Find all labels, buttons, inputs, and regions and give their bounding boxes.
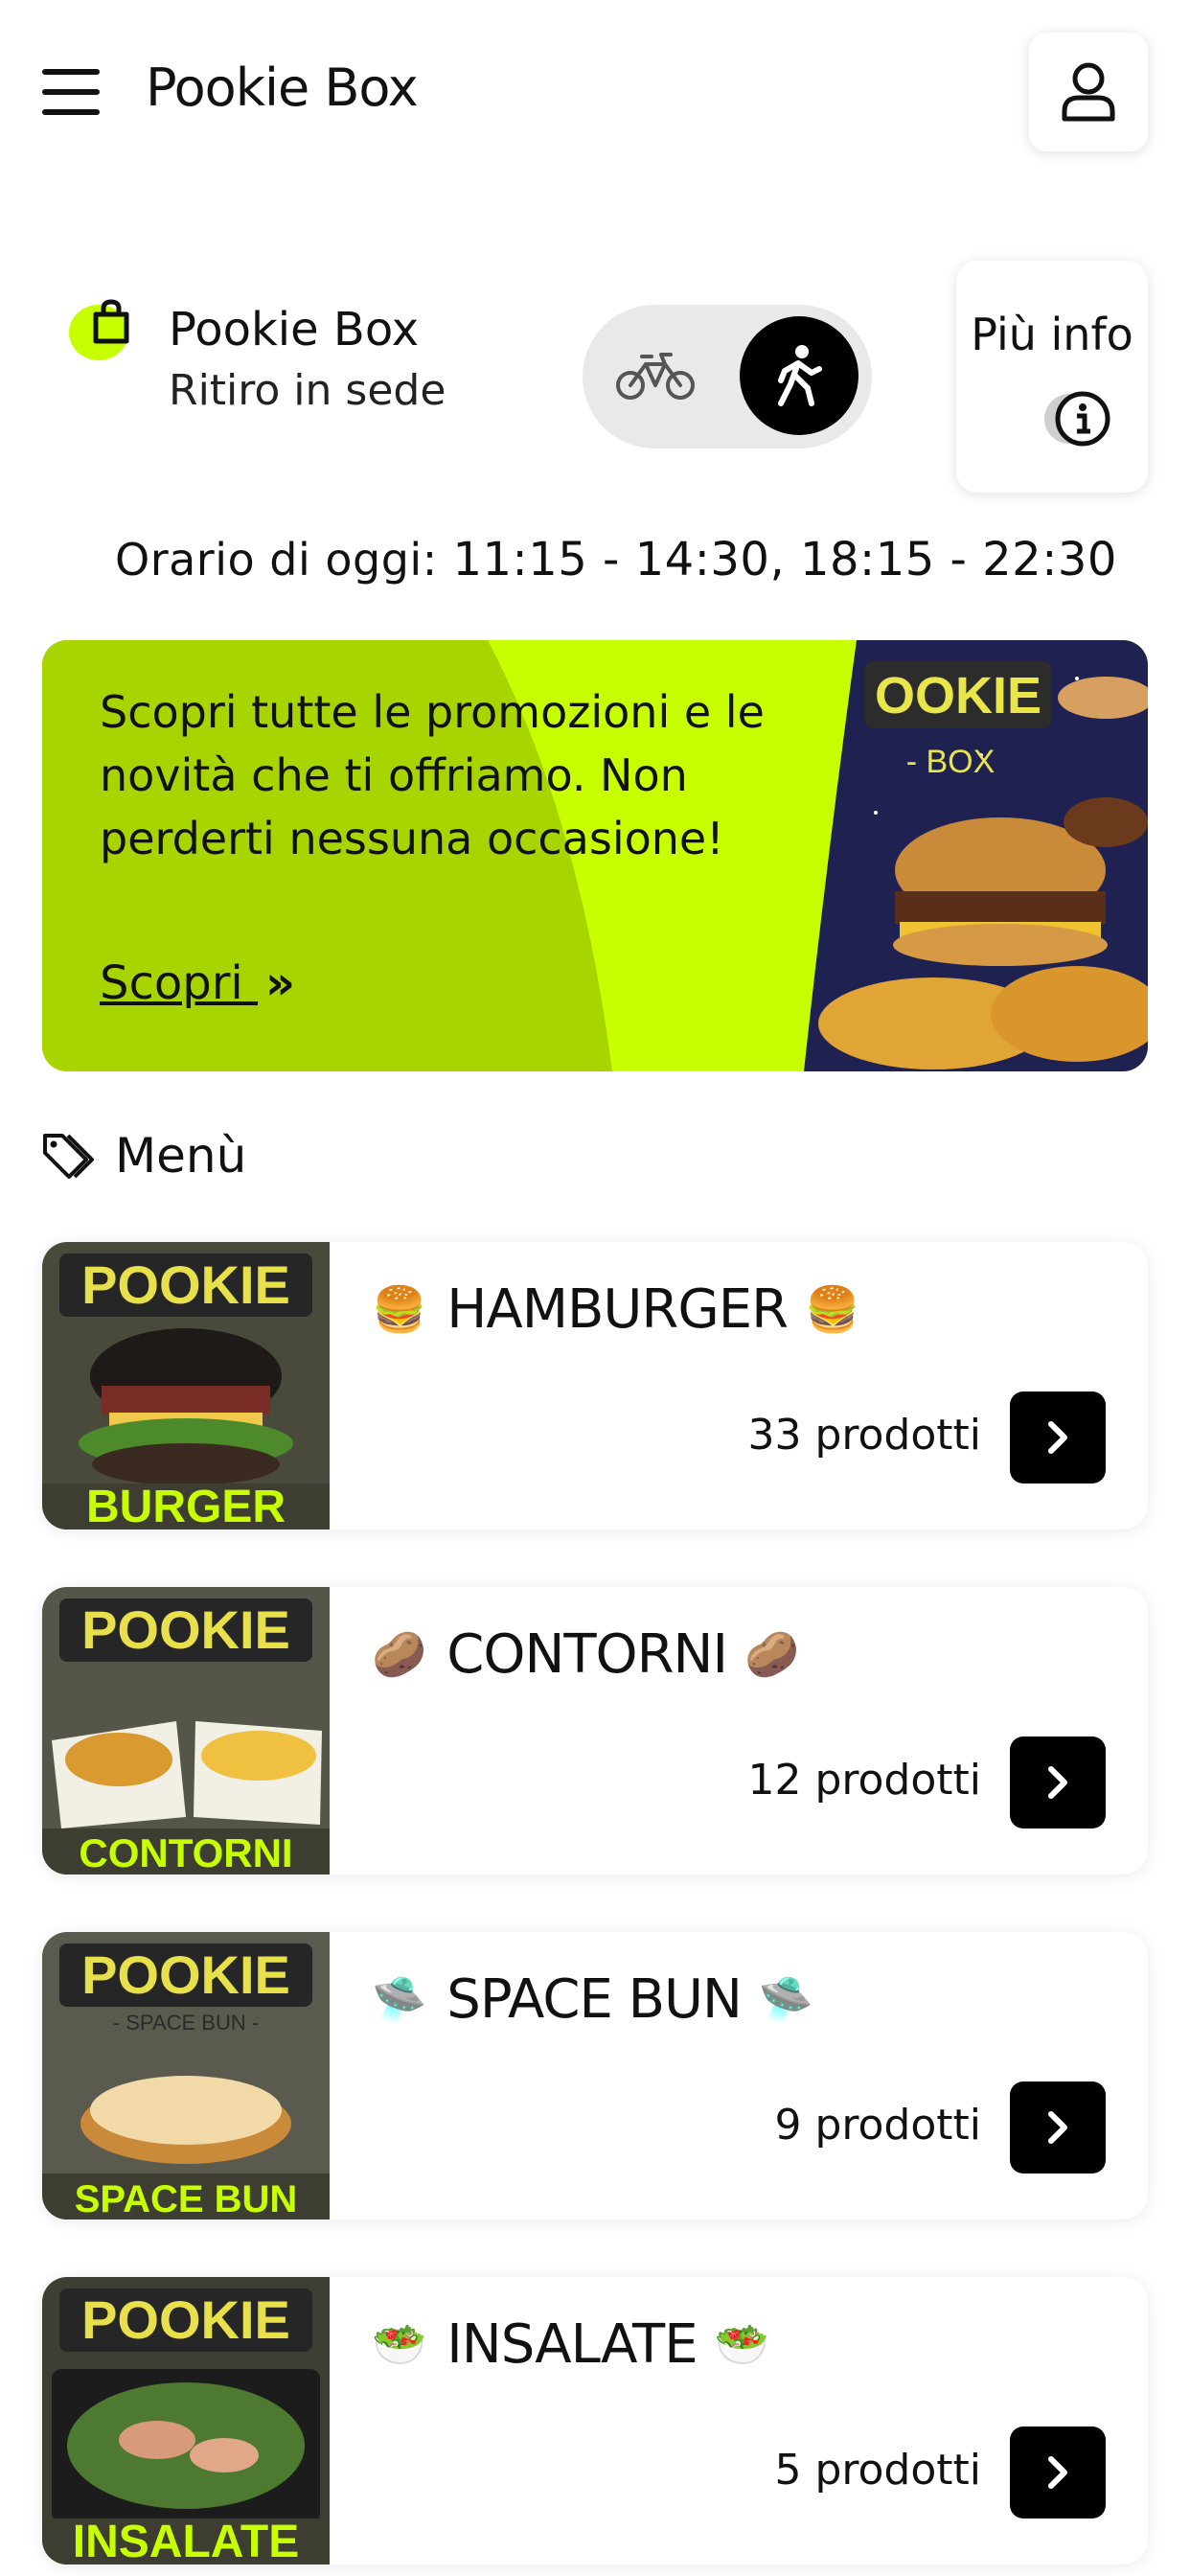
category-name: HAMBURGER xyxy=(446,1278,789,1341)
category-image-label: SPACE BUN xyxy=(75,2178,298,2220)
category-product-count: 9 prodotti xyxy=(774,2101,981,2150)
user-icon xyxy=(1062,62,1115,122)
potato-emoji-icon: 🥔 xyxy=(372,1628,426,1680)
more-info-button[interactable]: Più info xyxy=(956,261,1148,493)
tags-icon xyxy=(43,1134,94,1179)
promo-link-label: Scopri xyxy=(100,956,259,1010)
promo-discover-link[interactable]: Scopri » xyxy=(100,956,295,1010)
hours-label: Orario di oggi: xyxy=(115,534,438,586)
menu-section-label: Menù xyxy=(115,1128,247,1184)
today-hours: Orario di oggi: 11:15 - 14:30, 18:15 - 2… xyxy=(115,533,1117,586)
category-title: 🍔 HAMBURGER 🍔 xyxy=(372,1278,859,1341)
svg-text:POOKIE: POOKIE xyxy=(81,1254,290,1315)
svg-text:POOKIE: POOKIE xyxy=(81,1599,290,1660)
open-category-button[interactable] xyxy=(1010,2082,1106,2174)
bike-icon[interactable] xyxy=(615,347,696,404)
category-image-label: INSALATE xyxy=(73,2517,299,2564)
more-info-label: Più info xyxy=(971,309,1133,360)
ufo-emoji-icon: 🛸 xyxy=(372,1973,426,2025)
category-product-count: 5 prodotti xyxy=(774,2446,981,2495)
category-image-hamburger: POOKIE BURGER xyxy=(42,1242,330,1530)
category-image-space-bun: POOKIE - SPACE BUN - SPACE BUN xyxy=(42,1932,330,2220)
category-card-contorni[interactable]: POOKIE CONTORNI 🥔 CONTORNI 🥔 12 prodotti xyxy=(42,1587,1148,1874)
chevron-right-icon xyxy=(1048,1766,1067,1799)
profile-button[interactable] xyxy=(1029,33,1148,151)
open-category-button[interactable] xyxy=(1010,2426,1106,2518)
store-pickup-mode: Ritiro in sede xyxy=(169,366,446,415)
double-chevron-right-icon: » xyxy=(265,956,296,1010)
salad-emoji-icon: 🥗 xyxy=(714,2318,769,2370)
shopping-bag-icon xyxy=(69,299,138,360)
svg-text:POOKIE: POOKIE xyxy=(81,2289,290,2350)
category-image-contorni: POOKIE CONTORNI xyxy=(42,1587,330,1874)
category-title: 🥔 CONTORNI 🥔 xyxy=(372,1623,799,1686)
salad-emoji-icon: 🥗 xyxy=(372,2318,426,2370)
category-name: INSALATE xyxy=(446,2313,698,2376)
svg-text:POOKIE: POOKIE xyxy=(81,1944,290,2005)
category-card-hamburger[interactable]: POOKIE BURGER 🍔 HAMBURGER 🍔 33 prodotti xyxy=(42,1242,1148,1530)
category-image-label: CONTORNI xyxy=(79,1830,292,1874)
page: Pookie Box Pookie Box Ritiro in sede Più… xyxy=(0,0,1190,2576)
store-name: Pookie Box xyxy=(169,303,420,356)
chevron-right-icon xyxy=(1048,2111,1067,2144)
ufo-emoji-icon: 🛸 xyxy=(758,1973,813,2025)
promo-food-image: OOKIE - BOX xyxy=(804,640,1148,1071)
svg-text:- SPACE BUN -: - SPACE BUN - xyxy=(113,2011,259,2035)
app-title: Pookie Box xyxy=(146,58,419,118)
hamburger-menu-icon[interactable] xyxy=(42,69,100,117)
hours-value: 11:15 - 14:30, 18:15 - 22:30 xyxy=(452,533,1117,586)
category-product-count: 33 prodotti xyxy=(747,1411,981,1460)
category-title: 🛸 SPACE BUN 🛸 xyxy=(372,1968,813,2031)
walking-person-icon[interactable] xyxy=(740,316,858,435)
category-product-count: 12 prodotti xyxy=(747,1756,981,1805)
potato-emoji-icon: 🥔 xyxy=(744,1628,799,1680)
svg-text:OOKIE: OOKIE xyxy=(875,667,1041,724)
promo-banner[interactable]: OOKIE - BOX Scopri tutte le promozioni e… xyxy=(42,640,1148,1071)
category-image-label: BURGER xyxy=(86,1482,286,1530)
open-category-button[interactable] xyxy=(1010,1392,1106,1484)
category-name: CONTORNI xyxy=(446,1623,728,1686)
menu-section-heading: Menù xyxy=(42,1127,246,1184)
delivery-mode-toggle[interactable] xyxy=(583,305,872,448)
chevron-right-icon xyxy=(1048,1421,1067,1454)
promo-text: Scopri tutte le promozioni e le novità c… xyxy=(100,686,765,864)
category-card-space-bun[interactable]: POOKIE - SPACE BUN - SPACE BUN 🛸 SPACE B… xyxy=(42,1932,1148,2220)
svg-text:- BOX: - BOX xyxy=(906,744,995,780)
category-card-insalate[interactable]: POOKIE INSALATE 🥗 INSALATE 🥗 5 prodotti xyxy=(42,2277,1148,2564)
chevron-right-icon xyxy=(1048,2456,1067,2489)
category-image-insalate: POOKIE INSALATE xyxy=(42,2277,330,2564)
open-category-button[interactable] xyxy=(1010,1736,1106,1828)
burger-emoji-icon: 🍔 xyxy=(372,1283,426,1335)
category-name: SPACE BUN xyxy=(446,1968,743,2031)
info-icon xyxy=(1044,391,1110,447)
burger-emoji-icon: 🍔 xyxy=(805,1283,859,1335)
category-title: 🥗 INSALATE 🥗 xyxy=(372,2313,769,2376)
